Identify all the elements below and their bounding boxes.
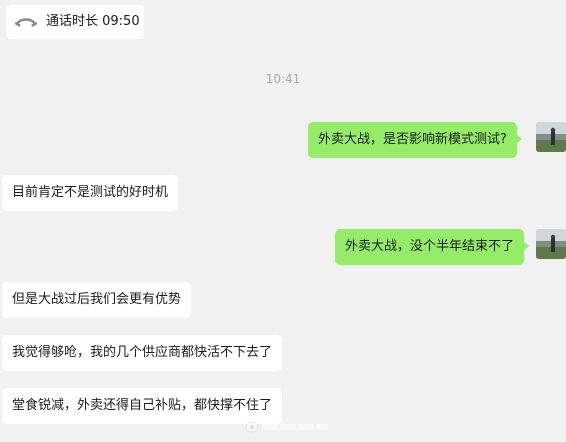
- message-timestamp: 10:41: [265, 72, 301, 86]
- call-duration-label: 通话时长 09:50: [46, 14, 140, 29]
- avatar[interactable]: [536, 229, 566, 259]
- message-bubble-incoming[interactable]: 堂食锐减，外卖还得自己补贴，都快撑不住了: [2, 388, 283, 424]
- message-bubble-incoming[interactable]: 但是大战过后我们会更有优势: [2, 282, 192, 318]
- chat-window: 通话时长 09:50 10:41 外卖大战，是否影响新模式测试? 目前肯定不是测…: [0, 0, 566, 442]
- message-bubble-incoming[interactable]: 目前肯定不是测试的好时机: [2, 175, 179, 211]
- message-bubble-incoming[interactable]: 我觉得够呛，我的几个供应商都快活不下去了: [2, 335, 283, 371]
- avatar[interactable]: [536, 122, 566, 152]
- message-text: 堂食锐减，外卖还得自己补贴，都快撑不住了: [12, 398, 273, 413]
- message-text: 我觉得够呛，我的几个供应商都快活不下去了: [12, 345, 273, 360]
- message-text: 外卖大战，是否影响新模式测试?: [318, 132, 507, 147]
- message-bubble-outgoing[interactable]: 外卖大战，是否影响新模式测试?: [308, 122, 522, 158]
- phone-hangup-icon: [14, 15, 38, 29]
- message-text: 目前肯定不是测试的好时机: [12, 185, 169, 200]
- message-text: 但是大战过后我们会更有优势: [12, 292, 182, 307]
- watermark-logo: [242, 414, 332, 438]
- call-record-bubble[interactable]: 通话时长 09:50: [6, 5, 144, 39]
- message-text: 外卖大战，没个半年结束不了: [345, 239, 515, 254]
- message-bubble-outgoing[interactable]: 外卖大战，没个半年结束不了: [335, 229, 530, 265]
